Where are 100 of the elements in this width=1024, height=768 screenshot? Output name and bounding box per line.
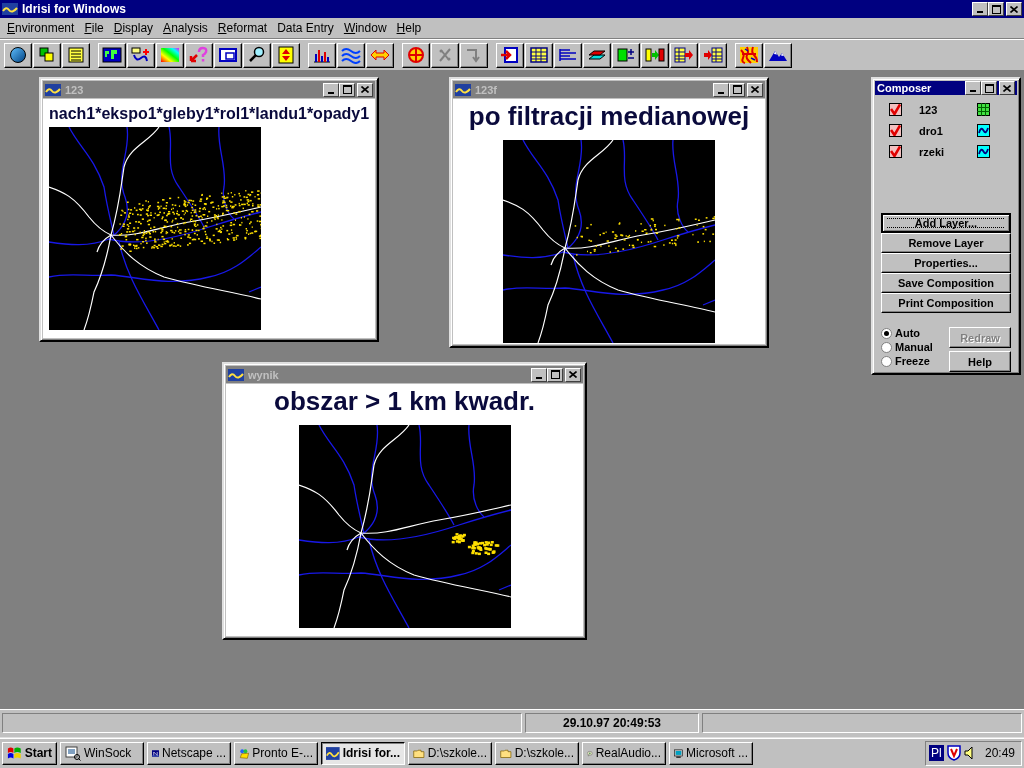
menu-item[interactable]: Reformat — [212, 21, 273, 35]
window-icon — [45, 83, 61, 96]
toolbar-button[interactable] — [612, 42, 640, 68]
menu-item[interactable]: Environment — [2, 21, 80, 35]
shield-icon[interactable] — [946, 745, 961, 761]
app-logo-icon — [2, 3, 18, 15]
toolbar-button[interactable] — [496, 42, 524, 68]
minimize-icon — [977, 11, 983, 13]
menu-item[interactable]: Display — [108, 21, 159, 35]
toolbar-button[interactable] — [402, 42, 430, 68]
toolbar-button[interactable] — [127, 42, 155, 68]
maximize-button[interactable] — [547, 367, 563, 382]
toolbar-button[interactable] — [366, 42, 394, 68]
start-button[interactable]: Start — [2, 741, 57, 765]
toolbar-button[interactable] — [308, 42, 336, 68]
composer-button[interactable]: Remove Layer — [881, 233, 1011, 253]
menu-item[interactable]: Window — [338, 21, 392, 35]
toolbar-button[interactable] — [583, 42, 611, 68]
maximize-button[interactable] — [981, 81, 997, 95]
taskbar-button[interactable]: RealAudio... — [582, 741, 666, 765]
toolbar-button[interactable] — [554, 42, 582, 68]
mode-radio[interactable]: Freeze — [881, 355, 933, 367]
toolbar-button[interactable] — [33, 42, 61, 68]
speaker-icon[interactable] — [963, 746, 976, 760]
toolbar-button[interactable] — [243, 42, 271, 68]
taskbar-button[interactable]: Microsoft ... — [669, 741, 753, 765]
windows-logo-icon — [7, 746, 22, 760]
crosshair-icon — [406, 46, 426, 64]
maximize-button[interactable] — [729, 82, 745, 97]
toolbar-button[interactable] — [735, 42, 763, 68]
maximize-button[interactable] — [339, 82, 355, 97]
minimize-button[interactable] — [713, 82, 729, 97]
minimize-button[interactable] — [965, 81, 981, 95]
minimize-icon — [328, 91, 334, 94]
toolbar-button[interactable] — [156, 42, 184, 68]
toolbar-button[interactable] — [460, 42, 488, 68]
toolbar-button[interactable] — [4, 42, 32, 68]
close-button[interactable] — [565, 367, 581, 382]
taskbar-button[interactable]: D:\szkole... — [495, 741, 579, 765]
taskbar-button[interactable]: D:\szkole... — [408, 741, 492, 765]
minimize-icon — [536, 376, 542, 379]
toolbar-button[interactable] — [699, 42, 727, 68]
toolbar-button[interactable] — [62, 42, 90, 68]
import-arrow-icon — [500, 46, 520, 64]
toolbar-button[interactable] — [641, 42, 669, 68]
window-frame-icon — [218, 46, 238, 64]
minimize-icon — [718, 91, 724, 94]
toolbar-button[interactable] — [525, 42, 553, 68]
composer-button[interactable]: Add Layer... — [881, 213, 1011, 233]
taskbar-button[interactable]: Idrisi for... — [321, 741, 405, 765]
list-icon — [66, 46, 86, 64]
language-indicator[interactable]: Pl — [929, 745, 944, 761]
close-button[interactable] — [999, 81, 1015, 95]
toolbar-button[interactable] — [670, 42, 698, 68]
menu-item[interactable]: Data Entry — [272, 21, 339, 35]
status-datetime: 29.10.97 20:49:53 — [525, 713, 699, 733]
app-title: Idrisi for Windows — [22, 2, 127, 16]
close-icon — [361, 86, 369, 93]
toolbar-button[interactable] — [214, 42, 242, 68]
toolbar-button[interactable] — [272, 42, 300, 68]
rainbow-icon — [160, 46, 180, 64]
menu-item[interactable]: File — [79, 21, 109, 35]
layer-checkbox[interactable] — [889, 145, 902, 158]
grid-icon — [977, 103, 990, 116]
maximize-button[interactable] — [988, 2, 1004, 16]
menu-item[interactable]: Analysis — [158, 21, 213, 35]
layer-checkbox[interactable] — [889, 103, 902, 116]
clock: 20:49 — [984, 746, 1015, 760]
maximize-icon — [984, 83, 994, 93]
layer-checkbox[interactable] — [889, 124, 902, 137]
toolbar-button[interactable] — [98, 42, 126, 68]
close-button[interactable] — [357, 82, 373, 97]
mode-radio[interactable]: Manual — [881, 341, 933, 353]
taskbar-button[interactable]: WinSock — [60, 741, 144, 765]
toolbar-button[interactable] — [431, 42, 459, 68]
toolbar-button[interactable] — [764, 42, 792, 68]
composer-button[interactable]: Properties... — [881, 253, 1011, 273]
composer-button[interactable]: Print Composition — [881, 293, 1011, 313]
check-icon — [890, 104, 901, 115]
curve-plus-icon — [131, 46, 151, 64]
minimize-button[interactable] — [531, 367, 547, 382]
maximize-icon — [550, 370, 560, 379]
overlapping-squares-icon — [37, 46, 57, 64]
close-button[interactable] — [1006, 2, 1022, 16]
toolbar-button[interactable] — [185, 42, 213, 68]
taskbar-button[interactable]: Netscape ... — [147, 741, 231, 765]
minimize-button[interactable] — [323, 82, 339, 97]
minimize-button[interactable] — [972, 2, 988, 16]
mode-radio[interactable]: Auto — [881, 327, 933, 339]
composer-button[interactable]: Help — [949, 351, 1011, 372]
pattern-icon — [739, 46, 759, 64]
toolbar-button[interactable] — [337, 42, 365, 68]
close-button[interactable] — [747, 82, 763, 97]
maximize-icon — [991, 4, 1001, 14]
square-plus-minus-icon — [616, 46, 636, 64]
menu-item[interactable]: Help — [391, 21, 427, 35]
arrow-question-icon — [189, 46, 209, 64]
maximize-icon — [732, 85, 742, 94]
taskbar-button[interactable]: Pronto E-... — [234, 741, 318, 765]
composer-button[interactable]: Save Composition — [881, 273, 1011, 293]
